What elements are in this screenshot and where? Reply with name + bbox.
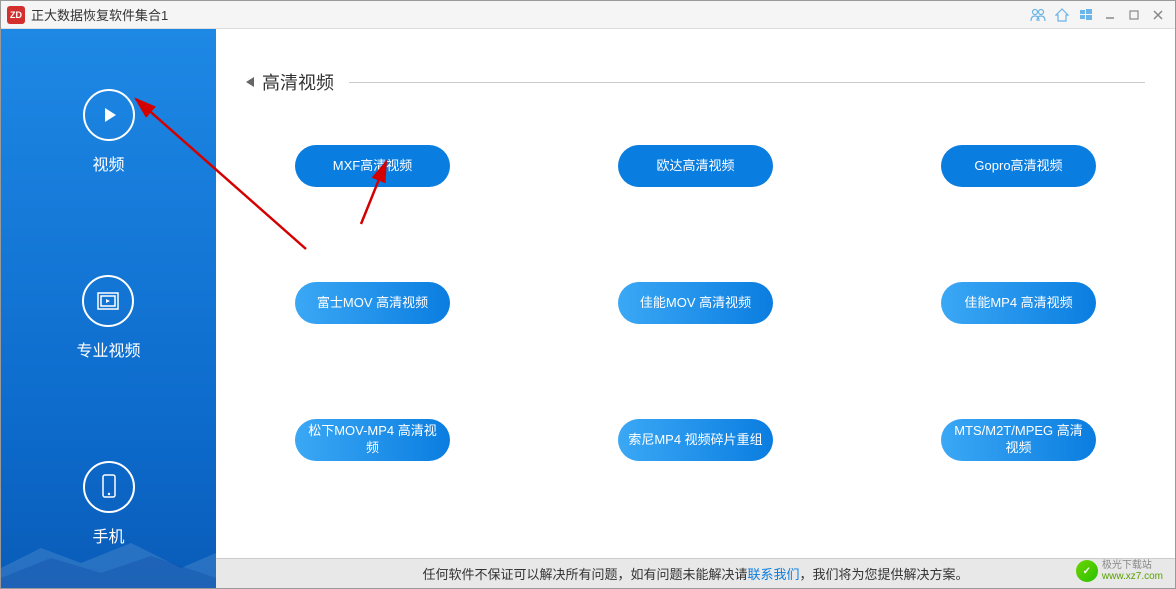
home-icon[interactable] (1051, 5, 1073, 25)
btn-mxf-hd[interactable]: MXF高清视频 (295, 145, 450, 187)
btn-sony-mp4[interactable]: 索尼MP4 视频碎片重组 (618, 419, 773, 461)
button-grid: MXF高清视频 欧达高清视频 Gopro高清视频 富士MOV 高清视频 佳能MO… (246, 145, 1145, 461)
users-icon[interactable] (1027, 5, 1049, 25)
sidebar-item-phone[interactable]: 手机 (83, 461, 135, 547)
windows-icon[interactable] (1075, 5, 1097, 25)
btn-fuji-mov[interactable]: 富士MOV 高清视频 (295, 282, 450, 324)
app-icon: ZD (7, 6, 25, 24)
minimize-button[interactable] (1099, 5, 1121, 25)
footer-bar: 任何软件不保证可以解决所有问题，如有问题未能解决请 联系我们 ，我们将为您提供解… (216, 558, 1175, 588)
watermark-text: 极光下载站 www.xz7.com (1102, 560, 1163, 582)
footer-text-before: 任何软件不保证可以解决所有问题，如有问题未能解决请 (422, 564, 747, 583)
btn-ouda-hd[interactable]: 欧达高清视频 (618, 145, 773, 187)
film-icon (82, 275, 134, 327)
sidebar-label-video: 视频 (92, 151, 124, 175)
sidebar: 视频 专业视频 手机 (1, 29, 216, 588)
btn-panasonic[interactable]: 松下MOV-MP4 高清视频 (295, 419, 450, 461)
body-area: 视频 专业视频 手机 高清视频 (1, 29, 1175, 588)
btn-canon-mov[interactable]: 佳能MOV 高清视频 (618, 282, 773, 324)
sidebar-item-video[interactable]: 视频 (83, 89, 135, 175)
main-content: 高清视频 MXF高清视频 欧达高清视频 Gopro高清视频 富士MOV 高清视频… (216, 29, 1175, 588)
sidebar-item-pro-video[interactable]: 专业视频 (76, 275, 140, 361)
btn-canon-mp4[interactable]: 佳能MP4 高清视频 (941, 282, 1096, 324)
footer-text-after: ，我们将为您提供解决方案。 (800, 564, 969, 583)
sidebar-label-pro-video: 专业视频 (76, 337, 140, 361)
sidebar-label-phone: 手机 (92, 523, 124, 547)
titlebar-left: ZD 正大数据恢复软件集合1 (7, 5, 168, 24)
section-header: 高清视频 (246, 69, 1145, 95)
app-window: ZD 正大数据恢复软件集合1 (0, 0, 1176, 589)
watermark-line1: 极光下载站 (1102, 560, 1163, 571)
section-divider (349, 82, 1145, 83)
footer-contact-link[interactable]: 联系我们 (747, 564, 799, 583)
btn-gopro-hd[interactable]: Gopro高清视频 (941, 145, 1096, 187)
play-icon (83, 89, 135, 141)
phone-icon (83, 461, 135, 513)
watermark-line2: www.xz7.com (1102, 571, 1163, 582)
titlebar: ZD 正大数据恢复软件集合1 (1, 1, 1175, 29)
collapse-arrow-icon[interactable] (246, 77, 254, 87)
watermark-logo-icon: ✓ (1076, 560, 1098, 582)
maximize-button[interactable] (1123, 5, 1145, 25)
close-button[interactable] (1147, 5, 1169, 25)
section-title: 高清视频 (262, 69, 334, 95)
btn-mts-mpeg[interactable]: MTS/M2T/MPEG 高清视频 (941, 419, 1096, 461)
watermark: ✓ 极光下载站 www.xz7.com (1076, 560, 1163, 582)
titlebar-controls (1027, 5, 1169, 25)
window-title: 正大数据恢复软件集合1 (31, 5, 168, 24)
